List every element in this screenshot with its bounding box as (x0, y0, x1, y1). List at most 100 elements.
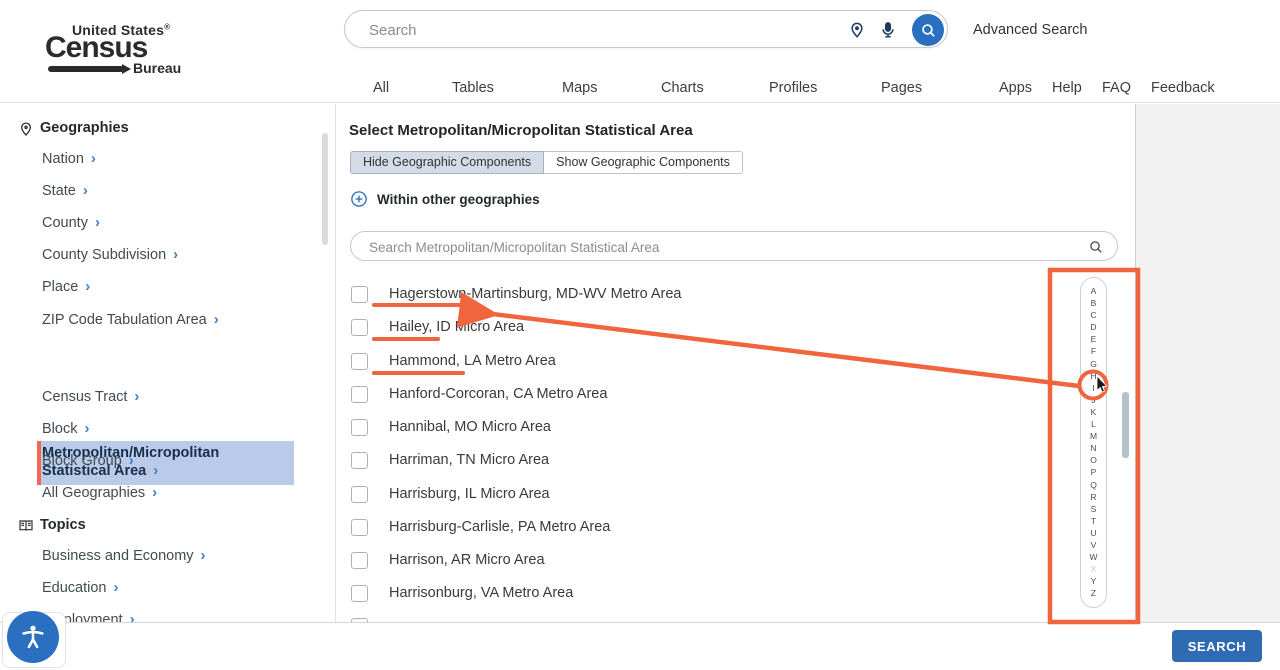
within-other-geographies-label: Within other geographies (377, 192, 540, 207)
alpha-letter[interactable]: F (1091, 347, 1096, 356)
link-apps[interactable]: Apps (999, 80, 1032, 96)
alpha-letter[interactable]: Q (1090, 481, 1097, 490)
tab-pages[interactable]: Pages (881, 80, 922, 96)
sidebar-item-nation[interactable]: Nation› (42, 150, 96, 167)
search-icon (920, 22, 937, 39)
alpha-letter[interactable]: M (1090, 432, 1097, 441)
alpha-letter[interactable]: A (1091, 287, 1097, 296)
metro-area-search-input[interactable] (369, 237, 1049, 257)
geographic-components-toggle: Hide Geographic Components Show Geograph… (350, 151, 743, 174)
checkbox[interactable] (351, 552, 368, 569)
sidebar-scrollbar-thumb[interactable] (322, 133, 328, 245)
checkbox[interactable] (351, 353, 368, 370)
hide-geographic-components-button[interactable]: Hide Geographic Components (350, 151, 544, 174)
microphone-icon[interactable] (879, 21, 897, 39)
list-item: Hannibal, MO Micro Area (351, 417, 551, 437)
sidebar: Geographies Nation› State› County› Count… (0, 104, 336, 622)
alpha-letter[interactable]: W (1089, 553, 1097, 562)
tab-profiles[interactable]: Profiles (769, 80, 817, 96)
alpha-letter[interactable]: J (1091, 396, 1095, 405)
search-button[interactable]: SEARCH (1172, 630, 1262, 662)
sidebar-item-state[interactable]: State› (42, 182, 88, 199)
location-pin-icon[interactable] (848, 21, 866, 39)
alpha-letter[interactable]: K (1091, 408, 1097, 417)
footer-bar: SEARCH (0, 622, 1280, 670)
sidebar-item-education[interactable]: Education› (42, 579, 119, 596)
list-item: Hanford-Corcoran, CA Metro Area (351, 384, 607, 404)
list-item: Harrisburg, IL Micro Area (351, 484, 550, 504)
census-advanced-search-page: United States® Census Bureau Advanced Se… (0, 0, 1280, 670)
alpha-letter[interactable]: T (1091, 517, 1096, 526)
show-geographic-components-button[interactable]: Show Geographic Components (544, 151, 743, 174)
checkbox[interactable] (351, 286, 368, 303)
checkbox[interactable] (351, 386, 368, 403)
topics-section-title: Topics (40, 517, 86, 533)
logo-bureau: Bureau (133, 60, 181, 76)
alpha-letter[interactable]: L (1091, 420, 1096, 429)
chevron-right-icon: › (153, 462, 158, 479)
tab-tables[interactable]: Tables (452, 80, 494, 96)
alpha-letter[interactable]: S (1091, 505, 1097, 514)
list-item: Hagerstown-Martinsburg, MD-WV Metro Area (351, 284, 682, 304)
sidebar-item-block[interactable]: Block› (42, 420, 89, 437)
global-search-bar[interactable] (344, 10, 948, 48)
alpha-letter-highlighted[interactable]: H (1090, 372, 1096, 381)
sidebar-item-all-geographies[interactable]: All Geographies› (42, 484, 157, 501)
chevron-right-icon: › (83, 182, 88, 199)
list-item: Harriman, TN Micro Area (351, 450, 549, 470)
sidebar-item-place[interactable]: Place› (42, 278, 90, 295)
right-gutter (1136, 104, 1280, 622)
checkbox[interactable] (351, 585, 368, 602)
checkbox[interactable] (351, 486, 368, 503)
alpha-letter[interactable]: I (1092, 384, 1094, 393)
alpha-letter[interactable]: B (1091, 299, 1097, 308)
alpha-letter[interactable]: C (1090, 311, 1096, 320)
tab-all[interactable]: All (373, 80, 389, 96)
content-scrollbar-thumb[interactable] (1122, 392, 1129, 458)
link-faq[interactable]: FAQ (1102, 80, 1131, 96)
link-help[interactable]: Help (1052, 80, 1082, 96)
search-submit-button[interactable] (912, 14, 944, 46)
checkbox[interactable] (351, 452, 368, 469)
sidebar-item-zip-code-tabulation-area[interactable]: ZIP Code Tabulation Area› (42, 311, 219, 328)
alpha-letter[interactable]: O (1090, 456, 1097, 465)
chevron-right-icon: › (91, 150, 96, 167)
global-search-input[interactable] (369, 19, 829, 41)
chevron-right-icon: › (85, 278, 90, 295)
alpha-letter[interactable]: R (1090, 493, 1096, 502)
sidebar-item-business-and-economy[interactable]: Business and Economy› (42, 547, 206, 564)
tab-maps[interactable]: Maps (562, 80, 597, 96)
alpha-letter[interactable]: Y (1091, 577, 1097, 586)
sidebar-item-county-subdivision[interactable]: County Subdivision› (42, 246, 178, 263)
list-item: Harrisburg-Carlisle, PA Metro Area (351, 517, 610, 537)
book-icon (18, 518, 34, 534)
alpha-letter[interactable]: E (1091, 335, 1097, 344)
alpha-letter[interactable]: Z (1091, 589, 1096, 598)
metro-area-search-bar[interactable] (350, 231, 1118, 261)
advanced-search-link[interactable]: Advanced Search (973, 22, 1087, 38)
list-item: Harrison, AR Micro Area (351, 550, 545, 570)
tab-charts[interactable]: Charts (661, 80, 704, 96)
search-icon[interactable] (1088, 239, 1104, 255)
chevron-right-icon: › (173, 246, 178, 263)
alpha-letter[interactable]: D (1090, 323, 1096, 332)
sidebar-item-block-group[interactable]: Block Group› (42, 452, 134, 469)
chevron-right-icon: › (152, 484, 157, 501)
accessibility-button[interactable] (7, 611, 59, 663)
alphabet-index-strip: A B C D E F G H I J K L M N O P Q R S T … (1080, 277, 1107, 608)
sidebar-item-county[interactable]: County› (42, 214, 100, 231)
chevron-right-icon: › (134, 388, 139, 405)
alpha-letter[interactable]: G (1090, 360, 1097, 369)
alpha-letter[interactable]: P (1091, 468, 1097, 477)
checkbox[interactable] (351, 319, 368, 336)
link-feedback[interactable]: Feedback (1151, 80, 1215, 96)
checkbox[interactable] (351, 519, 368, 536)
alpha-letter[interactable]: U (1090, 529, 1096, 538)
checkbox[interactable] (351, 419, 368, 436)
alpha-letter[interactable]: V (1091, 541, 1097, 550)
within-other-geographies-expander[interactable]: Within other geographies (350, 190, 540, 208)
chevron-right-icon: › (95, 214, 100, 231)
alpha-letter[interactable]: N (1090, 444, 1096, 453)
registered-mark: ® (164, 22, 170, 31)
sidebar-item-census-tract[interactable]: Census Tract› (42, 388, 139, 405)
